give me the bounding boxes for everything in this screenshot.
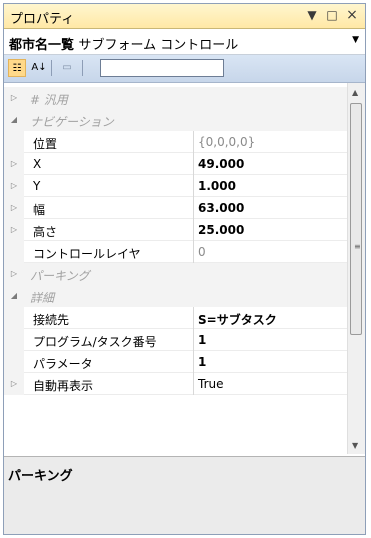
expand-icon[interactable]: ▷: [4, 373, 24, 395]
property-search-input[interactable]: [100, 59, 224, 77]
category-name: パーキング: [30, 269, 90, 283]
property-row[interactable]: ▷ 高さ 25.000: [4, 219, 347, 241]
property-value[interactable]: 1.000: [198, 179, 236, 193]
row-gutter: [4, 351, 24, 373]
expand-icon[interactable]: ▷: [4, 153, 24, 175]
toolbar-separator: [51, 60, 52, 76]
category-name: 詳細: [30, 291, 55, 305]
column-divider[interactable]: [193, 373, 194, 395]
property-name: 自動再表示: [33, 379, 94, 393]
expand-icon[interactable]: ◢: [4, 285, 24, 307]
chevron-down-icon[interactable]: ▼: [352, 35, 359, 45]
object-name: 都市名一覧: [9, 38, 75, 53]
category-name: # 汎用: [30, 93, 68, 107]
close-icon[interactable]: ×: [344, 7, 360, 23]
category-row[interactable]: ◢ ナビゲーション: [4, 109, 347, 131]
expand-icon[interactable]: ▷: [4, 175, 24, 197]
property-value[interactable]: 0: [198, 245, 206, 259]
property-name: プログラム/タスク番号: [33, 335, 157, 349]
object-selector-label: 都市名一覧 サブフォーム コントロール: [9, 34, 238, 53]
expand-icon[interactable]: ▷: [4, 87, 24, 109]
property-value[interactable]: 49.000: [198, 157, 244, 171]
alphabetical-sort-icon[interactable]: A↓: [30, 59, 48, 77]
property-name: 位置: [33, 137, 58, 151]
row-gutter: [4, 131, 24, 153]
expand-icon[interactable]: ▷: [4, 219, 24, 241]
column-divider[interactable]: [193, 241, 194, 263]
property-grid: ▷ # 汎用 ◢ ナビゲーション 位置 {0,0,0,0} ▷ X 49.000 ▷ Y 1.000 ▷…: [4, 83, 347, 454]
column-divider[interactable]: [193, 153, 194, 175]
property-name: 幅: [33, 203, 46, 217]
property-name: 接続先: [33, 313, 70, 327]
row-gutter: [4, 241, 24, 263]
property-row[interactable]: 接続先 S=サブタスク: [4, 307, 347, 329]
category-row[interactable]: ◢ 詳細: [4, 285, 347, 307]
expand-icon[interactable]: ▷: [4, 263, 24, 285]
properties-panel: プロパティ ▼ □ × 都市名一覧 サブフォーム コントロール ▼ ☷ A↓ ▭…: [3, 3, 366, 535]
property-row[interactable]: コントロールレイヤ 0: [4, 241, 347, 263]
column-divider[interactable]: [193, 329, 194, 351]
expand-icon[interactable]: ◢: [4, 109, 24, 131]
panel-title: プロパティ: [10, 12, 75, 27]
expand-icon[interactable]: ▷: [4, 197, 24, 219]
object-type: サブフォーム コントロール: [78, 38, 239, 53]
property-value[interactable]: 25.000: [198, 223, 244, 237]
object-selector[interactable]: 都市名一覧 サブフォーム コントロール ▼: [4, 29, 365, 55]
property-row[interactable]: ▷ Y 1.000: [4, 175, 347, 197]
scroll-up-icon[interactable]: ▲: [352, 88, 358, 97]
property-name: 高さ: [33, 225, 58, 239]
property-value[interactable]: 63.000: [198, 201, 244, 215]
vertical-scrollbar[interactable]: ▲ ≡ ▼: [347, 83, 365, 454]
property-row[interactable]: ▷ 自動再表示 True: [4, 373, 347, 395]
property-value[interactable]: {0,0,0,0}: [198, 135, 255, 149]
column-divider[interactable]: [193, 197, 194, 219]
property-pages-icon[interactable]: ▭: [58, 59, 76, 77]
row-gutter: [4, 307, 24, 329]
scrollbar-grip-icon: ≡: [354, 242, 361, 251]
column-divider[interactable]: [193, 307, 194, 329]
property-row[interactable]: ▷ 幅 63.000: [4, 197, 347, 219]
title-bar: プロパティ ▼ □ ×: [4, 4, 365, 29]
property-name: Y: [33, 179, 41, 193]
property-value[interactable]: True: [198, 377, 224, 391]
category-row[interactable]: ▷ パーキング: [4, 263, 347, 285]
category-name: ナビゲーション: [30, 115, 114, 129]
toolbar-separator: [82, 60, 83, 76]
column-divider[interactable]: [193, 351, 194, 373]
dropdown-icon[interactable]: ▼: [304, 7, 320, 23]
column-divider[interactable]: [193, 175, 194, 197]
property-row[interactable]: パラメータ 1: [4, 351, 347, 373]
property-value[interactable]: S=サブタスク: [198, 311, 277, 328]
property-name: コントロールレイヤ: [33, 247, 141, 261]
scrollbar-thumb[interactable]: ≡: [350, 103, 362, 335]
categorized-view-icon[interactable]: ☷: [8, 59, 26, 77]
property-row[interactable]: ▷ X 49.000: [4, 153, 347, 175]
property-toolbar: ☷ A↓ ▭: [4, 55, 365, 83]
property-value[interactable]: 1: [198, 333, 206, 347]
description-title: パーキング: [8, 469, 73, 484]
property-row[interactable]: 位置 {0,0,0,0}: [4, 131, 347, 153]
row-gutter: [4, 329, 24, 351]
maximize-icon[interactable]: □: [324, 7, 340, 23]
category-row[interactable]: ▷ # 汎用: [4, 87, 347, 109]
property-value[interactable]: 1: [198, 355, 206, 369]
column-divider[interactable]: [193, 131, 194, 153]
column-divider[interactable]: [193, 219, 194, 241]
property-name: パラメータ: [33, 357, 93, 371]
property-name: X: [33, 157, 42, 171]
scroll-down-icon[interactable]: ▼: [352, 441, 358, 450]
property-row[interactable]: プログラム/タスク番号 1: [4, 329, 347, 351]
description-pane: パーキング: [4, 456, 365, 534]
